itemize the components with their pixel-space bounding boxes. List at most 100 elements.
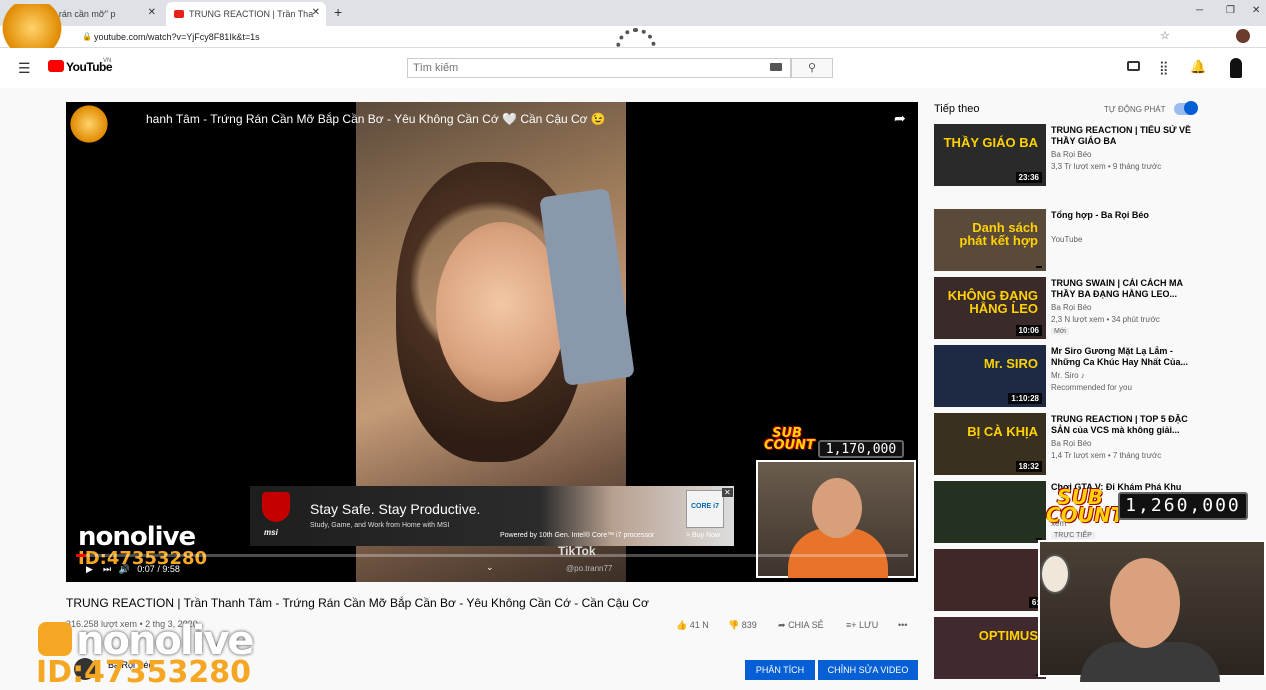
sub-counter-2: 1,260,000 (1118, 492, 1248, 520)
ad-buy-now-link[interactable]: > Buy Now (686, 532, 720, 539)
webcam-shirt-shape (1080, 642, 1220, 682)
ad-subtext: Study, Game, and Work from Home with MSI (310, 522, 450, 529)
youtube-favicon-icon (174, 10, 184, 18)
video-meta: Recommended for you (1051, 383, 1132, 392)
analytics-button[interactable]: PHÂN TÍCH (745, 660, 815, 680)
more-actions-button[interactable]: ••• (898, 620, 907, 630)
video-overlay-title[interactable]: hanh Tâm - Trứng Rán Cần Mỡ Bắp Cần Bơ -… (146, 112, 606, 126)
lock-icon: 🔒 (82, 32, 92, 41)
chevron-down-icon[interactable]: ⌄ (486, 562, 494, 573)
status-badge: Mới (1051, 328, 1069, 335)
duration-badge (1036, 266, 1042, 268)
youtube-header: ☰ YouTube VN ⚲ ⣿ 🔔 (0, 48, 1266, 88)
thumbnail-caption: KHÔNG ĐẠNG HẰNG LEO (947, 288, 1038, 316)
search-button[interactable]: ⚲ (791, 58, 833, 78)
up-next-heading: Tiếp theo (934, 103, 980, 115)
channel-name[interactable]: YouTube (1051, 234, 1191, 246)
intel-badge: CORE i7 (686, 490, 724, 528)
tab-label: TRUNG REACTION | Trần Tha (189, 9, 314, 19)
channel-name[interactable]: Ba Rọi Béo (1051, 149, 1191, 161)
ad-close-icon[interactable]: ✕ (722, 488, 733, 497)
save-button[interactable]: ≡+ LƯU (846, 620, 878, 630)
bookmark-star-icon[interactable]: ☆ (1160, 29, 1170, 42)
menu-icon[interactable]: ☰ (18, 60, 31, 77)
duration-badge: 18:32 (1015, 461, 1042, 472)
like-count: 41 N (689, 620, 709, 630)
autoplay-label: TỰ ĐỘNG PHÁT (1104, 105, 1166, 114)
dislike-button[interactable]: 👎 839 (728, 620, 757, 631)
ad-powered-by: Powered by 10th Gen. Intel® Core™ i7 pro… (500, 532, 655, 539)
player-controls: ▶ ⏭ 🔊 0:07 / 9:58 (86, 564, 180, 575)
search-icon: ⚲ (807, 62, 817, 74)
play-icon[interactable]: ▶ (86, 564, 93, 574)
channel-name[interactable]: Ba Rọi Béo (1051, 302, 1191, 314)
duration-badge: 23:36 (1015, 172, 1042, 183)
video-meta: 2,3 N lượt xem • 34 phút trước (1051, 315, 1160, 324)
webcam-face-shape (1110, 558, 1180, 648)
account-avatar[interactable] (1230, 58, 1242, 78)
duration-badge: 1:10:28 (1008, 393, 1042, 404)
autoplay-toggle[interactable] (1174, 101, 1198, 115)
share-icon: ➦ (778, 620, 786, 630)
thumbs-down-icon: 👎 (728, 620, 740, 630)
video-meta: 3,3 Tr lượt xem • 9 tháng trước (1051, 162, 1162, 171)
like-button[interactable]: 👍 41 N (676, 620, 709, 631)
thumbnail-caption: BỊ CÀ KHỊA (967, 424, 1038, 439)
duration-badge: 10:06 (1015, 325, 1042, 336)
video-title-link[interactable]: TRUNG REACTION | TOP 5 ĐẶC SẢN của VCS m… (1051, 414, 1191, 436)
video-title-link[interactable]: Mr Siro Gương Mặt Lạ Lắm - Những Ca Khúc… (1051, 346, 1191, 368)
apps-grid-icon[interactable]: ⣿ (1159, 60, 1169, 76)
window-close-button[interactable]: ✕ (1252, 5, 1260, 16)
thumbnail-caption: Mr. SIRO (983, 356, 1038, 371)
region-code: VN (103, 58, 112, 64)
thumbnail-caption: THẦY GIÁO BA (943, 135, 1038, 150)
video-title-link[interactable]: Tổng hợp - Ba Rọi Béo (1051, 210, 1191, 221)
youtube-logo-icon[interactable] (48, 60, 64, 72)
video-title-link[interactable]: TRUNG SWAIN | CẢI CÁCH MA THẦY BA ĐẠNG H… (1051, 278, 1191, 300)
browser-tab-active[interactable]: TRUNG REACTION | Trần Tha ✕ (166, 2, 326, 26)
video-thumbnail[interactable] (934, 481, 1046, 543)
video-thumbnail[interactable]: Mr. SIRO 1:10:28 (934, 345, 1046, 407)
webcam-helmet-shape (1040, 554, 1070, 594)
thumbnail-caption: OPTIMUS (978, 628, 1038, 643)
playlist-add-icon: ≡+ (846, 620, 857, 630)
share-arrow-icon[interactable]: ➦ (894, 110, 906, 127)
new-tab-button[interactable]: + (334, 4, 342, 20)
sub-count-label-2: SUB COUNT (1046, 485, 1125, 527)
video-thumbnail[interactable]: 6: (934, 549, 1046, 611)
video-player[interactable]: hanh Tâm - Trứng Rán Cần Mỡ Bắp Cần Bơ -… (66, 102, 918, 582)
video-title-link[interactable]: TRUNG REACTION | TIỂU SỬ VỀ THẦY GIÁO BA (1051, 125, 1191, 147)
edit-video-button[interactable]: CHỈNH SỬA VIDEO (818, 660, 918, 680)
nonolive-logo-icon (38, 622, 72, 656)
share-button[interactable]: ➦ CHIA SẺ (778, 620, 824, 631)
ad-headline: Stay Safe. Stay Productive. (310, 501, 481, 517)
profile-avatar[interactable] (1236, 29, 1250, 43)
video-thumbnail[interactable]: OPTIMUS (934, 617, 1046, 679)
url-field[interactable]: 🔒 youtube.com/watch?v=YjFcy8F81Ik&t=1s (80, 30, 1120, 44)
thumbs-up-icon: 👍 (676, 620, 688, 630)
create-video-icon[interactable] (1127, 61, 1140, 71)
notifications-bell-icon[interactable]: 🔔 (1190, 59, 1206, 75)
video-thumbnail[interactable]: BỊ CÀ KHỊA 18:32 (934, 413, 1046, 475)
tab-close-icon[interactable]: ✕ (148, 7, 156, 18)
progress-fill (76, 554, 86, 557)
minimize-button[interactable]: ─ (1196, 5, 1203, 16)
keyboard-icon[interactable] (770, 63, 782, 71)
tab-close-icon[interactable]: ✕ (312, 7, 320, 18)
browser-tab-bar: "Trứng rán cần mỡ" p ✕ TRUNG REACTION | … (0, 0, 1266, 26)
video-thumbnail[interactable]: Danh sách phát kết hợp (934, 209, 1046, 271)
channel-name[interactable]: Ba Rọi Béo (1051, 438, 1191, 450)
status-badge: TRỰC TIẾP (1051, 532, 1095, 539)
streamer-webcam (756, 460, 916, 578)
ad-banner[interactable]: msi Stay Safe. Stay Productive. Study, G… (250, 486, 734, 546)
channel-name[interactable]: Mr. Siro ♪ (1051, 370, 1191, 382)
next-icon[interactable]: ⏭ (103, 564, 111, 574)
search-input[interactable] (407, 58, 791, 78)
thumbnail-caption: Danh sách phát kết hợp (959, 220, 1038, 248)
video-thumbnail[interactable]: THẦY GIÁO BA 23:36 (934, 124, 1046, 186)
video-thumbnail[interactable]: KHÔNG ĐẠNG HẰNG LEO 10:06 (934, 277, 1046, 339)
volume-icon[interactable]: 🔊 (119, 564, 130, 574)
nonolive-id-large: ID:47353280 (36, 655, 252, 690)
maximize-button[interactable]: ❐ (1226, 5, 1235, 16)
progress-bar[interactable] (76, 554, 908, 557)
